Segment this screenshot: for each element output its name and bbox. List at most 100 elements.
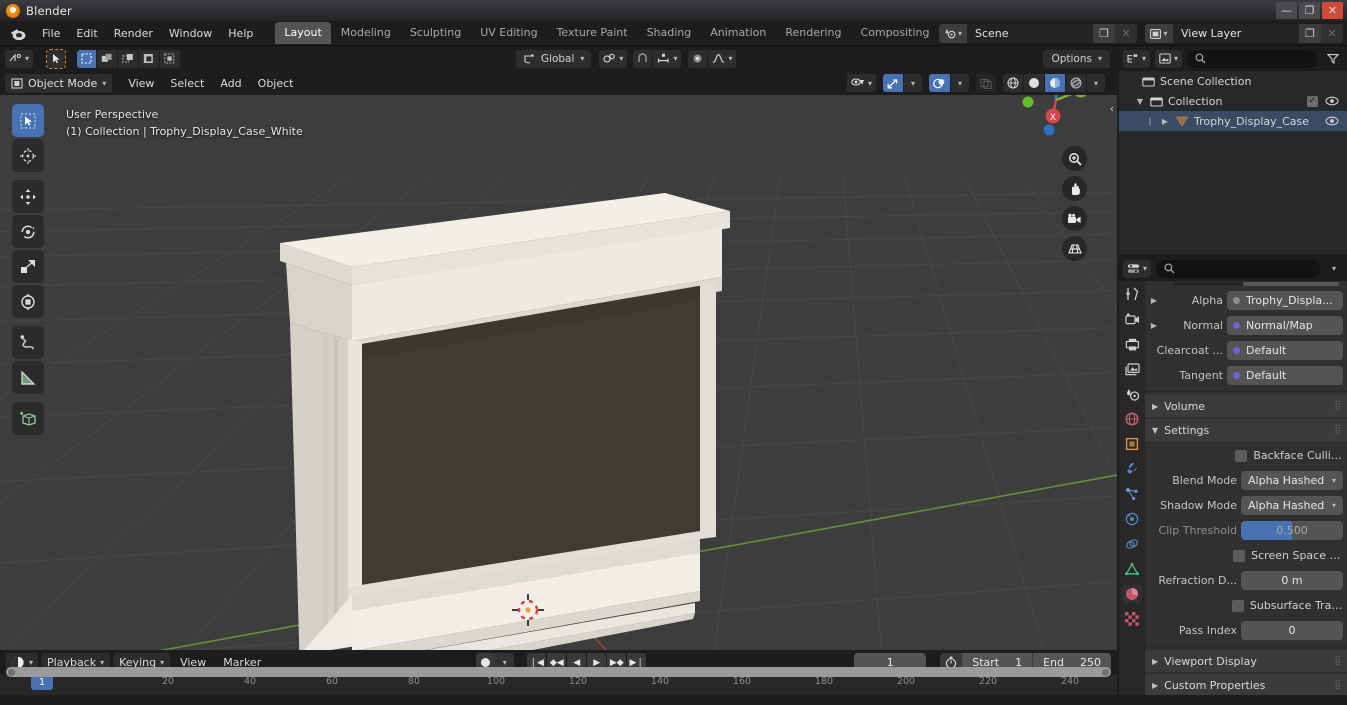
chevron-right-icon[interactable]: ▶ <box>1149 321 1159 330</box>
shading-wireframe-icon[interactable] <box>1003 74 1023 92</box>
tab-constraint[interactable] <box>1122 535 1142 553</box>
properties-options-chevron-icon[interactable]: ▾ <box>1325 260 1343 278</box>
tab-scene[interactable] <box>1122 385 1142 403</box>
measure-tool[interactable] <box>12 361 44 394</box>
outliner-editor[interactable]: ▾ ▾ Scene Collection ▼ Collection ✓ | ▶ … <box>1119 46 1347 254</box>
tab-physics[interactable] <box>1122 510 1142 528</box>
overlay-options-chevron-icon[interactable]: ▾ <box>951 74 969 92</box>
xray-toggle-icon[interactable] <box>976 74 996 92</box>
viewport-menu-add[interactable]: Add <box>212 74 249 93</box>
row-backface-culling[interactable]: Backface Culling <box>1145 443 1347 468</box>
refraction-depth-field[interactable]: 0 m <box>1241 571 1343 590</box>
timeline-ruler[interactable]: 20 40 60 80 100 120 140 160 180 200 220 … <box>0 675 1117 691</box>
menu-render[interactable]: Render <box>106 24 161 43</box>
row-tangent[interactable]: Tangent Default <box>1145 363 1347 388</box>
x-icon[interactable]: ✕ <box>1115 24 1137 43</box>
snap-magnet-icon[interactable] <box>633 49 653 68</box>
panel-custom-properties[interactable]: ▶ Custom Properties ⣿ <box>1145 674 1347 696</box>
row-normal[interactable]: ▶ Normal Normal/Map <box>1145 313 1347 338</box>
tab-output[interactable] <box>1122 335 1142 353</box>
select-box-icon[interactable] <box>77 49 97 68</box>
tab-object[interactable] <box>1122 435 1142 453</box>
interaction-mode-selector[interactable]: Object Mode ▾ <box>5 73 113 93</box>
panel-settings[interactable]: ▼ Settings ⣿ <box>1145 419 1347 441</box>
row-alpha[interactable]: ▶ Alpha Trophy_Displa... <box>1145 288 1347 313</box>
tab-texture[interactable] <box>1122 610 1142 628</box>
chevron-right-icon[interactable]: ▶ <box>1149 296 1159 305</box>
falloff-curve-icon[interactable]: ▾ <box>708 49 737 68</box>
viewport-menu-object[interactable]: Object <box>250 74 302 93</box>
row-screen-space-refraction[interactable]: Screen Space R... <box>1145 543 1347 568</box>
tab-tool[interactable] <box>1122 285 1142 303</box>
playhead[interactable]: 1 <box>31 675 53 690</box>
add-cube-tool[interactable] <box>12 402 44 435</box>
collection-checkbox[interactable]: ✓ <box>1307 95 1318 107</box>
panel-volume[interactable]: ▶ Volume ⣿ <box>1145 395 1347 417</box>
annotate-tool[interactable] <box>12 326 44 359</box>
view-layer-icon[interactable]: ▾ <box>1145 24 1173 43</box>
outliner-row-collection[interactable]: ▼ Collection ✓ <box>1119 91 1347 111</box>
row-blend-mode[interactable]: Blend Mode Alpha Hashed ▾ <box>1145 468 1347 493</box>
viewport-options-button[interactable]: Options ▾ <box>1043 49 1110 68</box>
tab-particles[interactable] <box>1122 485 1142 503</box>
tab-object-data[interactable] <box>1122 560 1142 578</box>
tab-shading[interactable]: Shading <box>638 22 701 44</box>
row-subsurface-translucency[interactable]: Subsurface Tran... <box>1145 593 1347 618</box>
view-layer-name[interactable]: View Layer <box>1173 24 1299 43</box>
subsurface-translucency-checkbox[interactable] <box>1231 599 1244 612</box>
properties-editor-type-icon[interactable]: ▾ <box>1123 259 1152 278</box>
tab-material[interactable] <box>1122 585 1142 603</box>
backface-culling-checkbox[interactable] <box>1235 449 1248 462</box>
properties-content[interactable]: ▶ Alpha Trophy_Displa... ▶ Normal Normal… <box>1145 281 1347 705</box>
viewport-sidebar-toggle[interactable]: ‹ <box>1110 102 1114 115</box>
blender-menu-icon[interactable] <box>8 24 28 42</box>
blend-mode-dropdown[interactable]: Alpha Hashed ▾ <box>1241 471 1343 490</box>
eye-icon[interactable] <box>1325 116 1339 126</box>
tangent-input-field[interactable]: Default <box>1227 366 1343 385</box>
shading-rendered-icon[interactable] <box>1066 74 1086 92</box>
cursor-tool[interactable] <box>12 139 44 172</box>
scene-selector[interactable]: ▾ Scene ❐ ✕ <box>939 24 1137 43</box>
menu-file[interactable]: File <box>34 24 68 43</box>
alpha-input-field[interactable]: Trophy_Displa... <box>1227 291 1343 310</box>
tab-sculpting[interactable]: Sculpting <box>401 22 470 44</box>
chevron-down-icon[interactable]: ▼ <box>1135 97 1145 106</box>
properties-editor[interactable]: ▾ ▾ ▶ Alpha Trophy_Displa... ▶ Normal No… <box>1119 256 1347 705</box>
properties-scrollbar[interactable] <box>1173 282 1339 286</box>
tab-render[interactable] <box>1122 310 1142 328</box>
clip-threshold-slider[interactable]: 0.500 <box>1241 521 1343 540</box>
3d-viewport[interactable]: ▾ Global ▾ ▾ ▾ ▾ Options ▾ Object Mode ▾… <box>0 46 1117 650</box>
panel-viewport-display[interactable]: ▶ Viewport Display ⣿ <box>1145 650 1347 672</box>
select-lasso-icon[interactable] <box>118 49 139 68</box>
outliner-filter-display-icon[interactable]: ▾ <box>1155 49 1183 68</box>
pan-icon[interactable] <box>1062 176 1087 201</box>
menu-window[interactable]: Window <box>161 24 220 43</box>
shading-material-preview-icon[interactable] <box>1045 74 1065 92</box>
screen-space-refraction-checkbox[interactable] <box>1233 549 1246 562</box>
overlays-toggle-icon[interactable] <box>929 74 950 92</box>
copy-icon[interactable]: ❐ <box>1299 24 1321 43</box>
viewport-canvas[interactable] <box>0 95 1117 650</box>
zoom-icon[interactable] <box>1062 146 1087 171</box>
editor-type-icon[interactable]: ▾ <box>5 49 34 68</box>
tweak-select-tool[interactable] <box>12 104 44 137</box>
rotate-tool[interactable] <box>12 215 44 248</box>
filter-icon[interactable] <box>1323 50 1343 68</box>
camera-icon[interactable] <box>1062 206 1087 231</box>
copy-icon[interactable]: ❐ <box>1093 24 1115 43</box>
transform-tool[interactable] <box>12 285 44 318</box>
gizmo-options-chevron-icon[interactable]: ▾ <box>904 74 922 92</box>
tab-view-layer[interactable] <box>1122 360 1142 378</box>
row-clearcoat-normal[interactable]: Clearcoat ... Default <box>1145 338 1347 363</box>
outliner-row-scene-collection[interactable]: Scene Collection <box>1119 71 1347 91</box>
tab-compositing[interactable]: Compositing <box>852 22 939 44</box>
shadow-mode-dropdown[interactable]: Alpha Hashed ▾ <box>1241 496 1343 515</box>
tab-rendering[interactable]: Rendering <box>776 22 850 44</box>
shading-solid-icon[interactable] <box>1024 74 1044 92</box>
row-refraction-depth[interactable]: Refraction D... 0 m <box>1145 568 1347 593</box>
scene-name[interactable]: Scene <box>967 24 1093 43</box>
minimize-icon[interactable]: — <box>1276 2 1297 19</box>
tab-layout[interactable]: Layout <box>275 22 331 44</box>
tab-modeling[interactable]: Modeling <box>332 22 400 44</box>
tab-modifier[interactable] <box>1122 460 1142 478</box>
